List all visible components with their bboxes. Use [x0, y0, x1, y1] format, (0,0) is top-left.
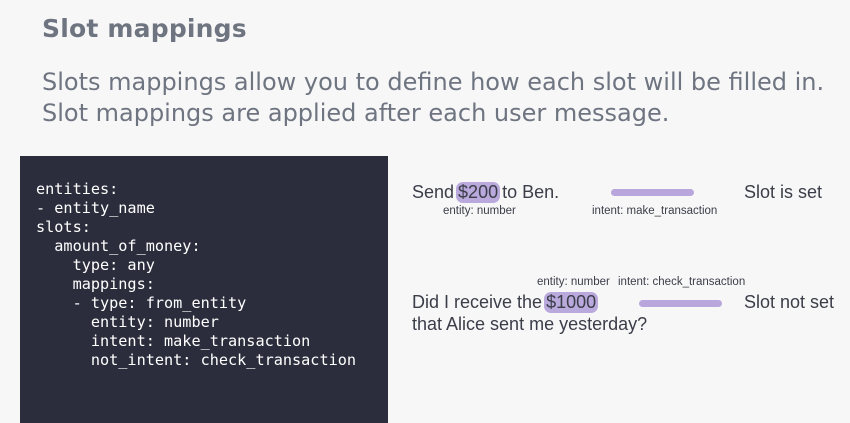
- example-1-text-after: to Ben.: [502, 182, 560, 202]
- example-2-intent-bar: [639, 300, 722, 307]
- example-2-intent-label: intent: check_transaction: [618, 276, 746, 288]
- example-1-sentence: Send $200 to Ben.: [412, 182, 559, 203]
- example-1-result: Slot is set: [744, 182, 823, 202]
- example-1-entity-label: entity: number: [443, 205, 516, 217]
- example-1-intent-bar: [611, 189, 694, 196]
- subtitle-line-2: Slot mappings are applied after each use…: [42, 99, 670, 127]
- subtitle-line-1: Slots mappings allow you to define how e…: [42, 68, 825, 96]
- example-1-text-before: Send: [412, 182, 455, 202]
- slide-subtitle: Slots mappings allow you to define how e…: [42, 67, 842, 129]
- example-2-result: Slot not set: [744, 292, 835, 312]
- example-1-intent-label: intent: make_transaction: [592, 205, 718, 217]
- slide-title: Slot mappings: [42, 14, 247, 43]
- example-2-sentence-line-1: Did I receive the $1000: [412, 292, 600, 313]
- example-2-entity-label: entity: number: [537, 276, 610, 288]
- example-2-sentence-line-2: that Alice sent me yesterday?: [412, 314, 648, 334]
- example-2-entity-highlight: $1000: [544, 292, 599, 313]
- example-1-entity-highlight: $200: [456, 182, 501, 203]
- code-text: entities: - entity_name slots: amount_of…: [36, 180, 357, 369]
- code-block: entities: - entity_name slots: amount_of…: [20, 156, 388, 423]
- example-2-text-before: Did I receive the: [412, 292, 543, 312]
